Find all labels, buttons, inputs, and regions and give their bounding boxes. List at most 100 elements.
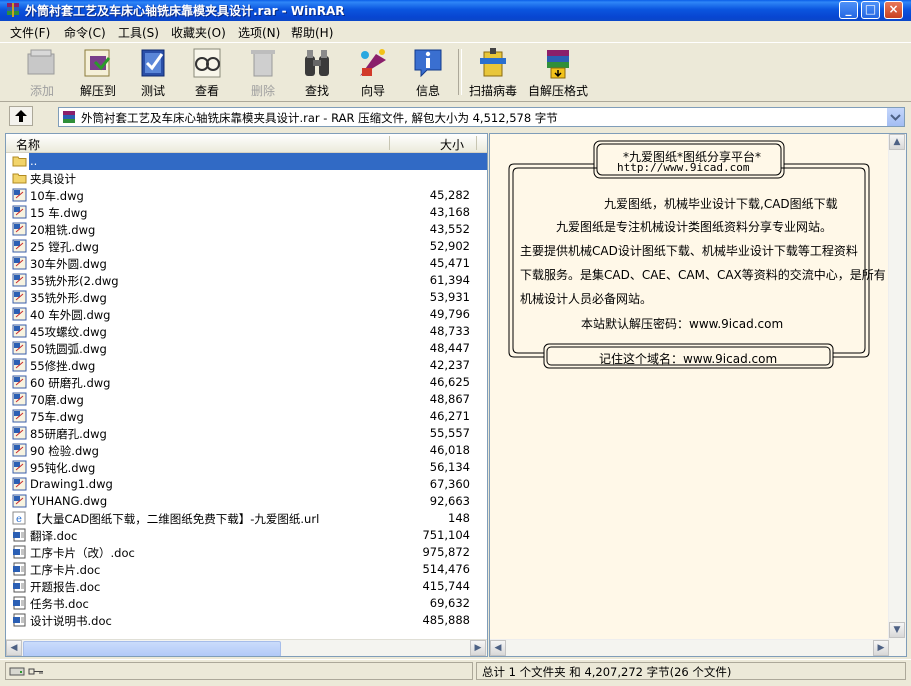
file-size: 415,744 [422,579,470,593]
file-name: 10车.dwg [30,189,84,203]
list-item[interactable]: 60 研磨孔.dwg 46,625 [6,374,487,391]
minimize-button[interactable]: _ [839,1,858,19]
list-item[interactable]: 75车.dwg 46,271 [6,408,487,425]
file-name: 35铣外形(2.dwg [30,274,119,288]
list-item[interactable]: 35铣外形(2.dwg 61,394 [6,272,487,289]
file-size: 53,931 [429,290,470,304]
view-icon [193,48,221,78]
list-item[interactable]: e 【大量CAD图纸下载，二维图纸免费下载】-九爱图纸.url 148 [6,510,487,527]
toolbar-separator [458,49,462,95]
file-name: 15 车.dwg [30,206,88,220]
dwg-file-icon [12,494,27,508]
virus-scan-button[interactable]: 扫描病毒 [467,46,519,100]
list-item[interactable]: 70磨.dwg 48,867 [6,391,487,408]
menu-help[interactable]: 帮助(H) [291,24,333,41]
list-item[interactable]: 15 车.dwg 43,168 [6,204,487,221]
address-bar[interactable]: 外筒衬套工艺及车床心轴铣床靠模夹具设计.rar - RAR 压缩文件, 解包大小… [58,107,905,127]
file-name: 85研磨孔.dwg [30,427,107,441]
list-item[interactable]: 55修挫.dwg 42,237 [6,357,487,374]
list-item[interactable]: 20粗铣.dwg 43,552 [6,221,487,238]
info-button[interactable]: 信息 [408,46,448,100]
file-name: YUHANG.dwg [30,494,108,508]
menu-commands[interactable]: 命令(C) [64,24,106,41]
list-item[interactable]: 设计说明书.doc 485,888 [6,612,487,629]
delete-button[interactable]: 删除 [243,46,283,100]
list-item[interactable]: 95钝化.dwg 56,134 [6,459,487,476]
file-name: 45攻螺纹.dwg [30,325,107,339]
dwg-file-icon [12,477,27,491]
dwg-file-icon [12,341,27,355]
list-item[interactable]: 35铣外形.dwg 53,931 [6,289,487,306]
file-list[interactable]: 名称 大小 .. 夹具设计 10车.dwg 45,282 15 车.dwg 43,168 2… [5,133,488,657]
file-size: 67,360 [429,477,470,491]
horizontal-scrollbar[interactable]: ◀ ▶ [6,639,487,656]
file-name: 开题报告.doc [30,580,101,594]
scroll-down-button[interactable]: ▼ [889,622,905,638]
column-header-size[interactable]: 大小 [440,136,464,153]
list-item[interactable]: 翻译.doc 751,104 [6,527,487,544]
menu-options[interactable]: 选项(N) [238,24,280,41]
dwg-file-icon [12,256,27,270]
extract-to-button[interactable]: 解压到 [75,46,121,100]
vertical-scrollbar[interactable]: ▲ ▼ [888,134,906,656]
list-item[interactable]: 工序卡片（改）.doc 975,872 [6,544,487,561]
comment-line-5: 机械设计人员必备网站。 [520,292,653,306]
file-size: 69,632 [429,596,470,610]
column-divider[interactable] [389,136,390,150]
wizard-button[interactable]: 向导 [352,46,394,100]
list-item[interactable]: 85研磨孔.dwg 55,557 [6,425,487,442]
comment-line-1: 九爱图纸，机械毕业设计下载,CAD图纸下载 [604,197,838,211]
scroll-left-button[interactable]: ◀ [6,640,22,656]
file-name: 40 车外圆.dwg [30,308,111,322]
comment-line-2: 九爱图纸是专注机械设计类图纸资料分享专业网站。 [556,220,833,234]
list-item[interactable]: 10车.dwg 45,282 [6,187,487,204]
list-item[interactable]: Drawing1.dwg 67,360 [6,476,487,493]
sfx-button[interactable]: 自解压格式 [527,46,589,100]
status-left-panel [5,662,473,680]
file-size: 485,888 [422,613,470,627]
list-item[interactable]: 30车外圆.dwg 45,471 [6,255,487,272]
list-item[interactable]: 90 检验.dwg 46,018 [6,442,487,459]
address-text: 外筒衬套工艺及车床心轴铣床靠模夹具设计.rar - RAR 压缩文件, 解包大小… [81,111,558,125]
scroll-right-button[interactable]: ▶ [470,640,486,656]
scroll-right-button[interactable]: ▶ [873,640,889,656]
menu-tools[interactable]: 工具(S) [118,24,159,41]
file-name: 75车.dwg [30,410,84,424]
list-item[interactable]: 45攻螺纹.dwg 48,733 [6,323,487,340]
up-folder-button[interactable] [9,106,33,126]
horizontal-scroll-thumb[interactable] [23,641,281,656]
menu-favorites[interactable]: 收藏夹(O) [171,24,226,41]
comment-header-url: http://www.9icad.com [617,161,750,174]
file-size: 48,447 [429,341,470,355]
archive-comment-pane: *九爱图纸*图纸分享平台* http://www.9icad.com 九爱图纸，… [489,133,907,657]
column-divider[interactable] [476,136,477,150]
add-icon [27,49,55,75]
list-item[interactable]: 25 镗孔.dwg 52,902 [6,238,487,255]
list-item[interactable]: 工序卡片.doc 514,476 [6,561,487,578]
column-header-name[interactable]: 名称 [16,136,40,153]
dwg-file-icon [12,358,27,372]
menu-file[interactable]: 文件(F) [10,24,50,41]
find-button[interactable]: 查找 [297,46,337,100]
list-item[interactable]: 50铣圆弧.dwg 48,447 [6,340,487,357]
address-dropdown-button[interactable] [886,108,904,126]
scroll-left-button[interactable]: ◀ [490,640,506,656]
scroll-up-button[interactable]: ▲ [889,134,905,150]
add-button[interactable]: 添加 [20,46,64,100]
title-bar[interactable]: 外筒衬套工艺及车床心轴铣床靠模夹具设计.rar - WinRAR _ □ × [0,0,911,21]
list-item[interactable]: 开题报告.doc 415,744 [6,578,487,595]
close-button[interactable]: × [884,1,903,19]
comment-horizontal-scrollbar[interactable]: ◀ ▶ [490,639,890,656]
maximize-button[interactable]: □ [861,1,880,19]
list-item[interactable]: 夹具设计 [6,170,487,187]
word-document-icon [13,545,26,559]
test-button[interactable]: 测试 [133,46,173,100]
file-size: 48,733 [429,324,470,338]
file-size: 751,104 [422,528,470,542]
list-item[interactable]: YUHANG.dwg 92,663 [6,493,487,510]
file-size: 975,872 [422,545,470,559]
list-item[interactable]: 任务书.doc 69,632 [6,595,487,612]
list-item[interactable]: 40 车外圆.dwg 49,796 [6,306,487,323]
list-item[interactable]: .. [6,153,487,170]
view-button[interactable]: 查看 [186,46,228,100]
